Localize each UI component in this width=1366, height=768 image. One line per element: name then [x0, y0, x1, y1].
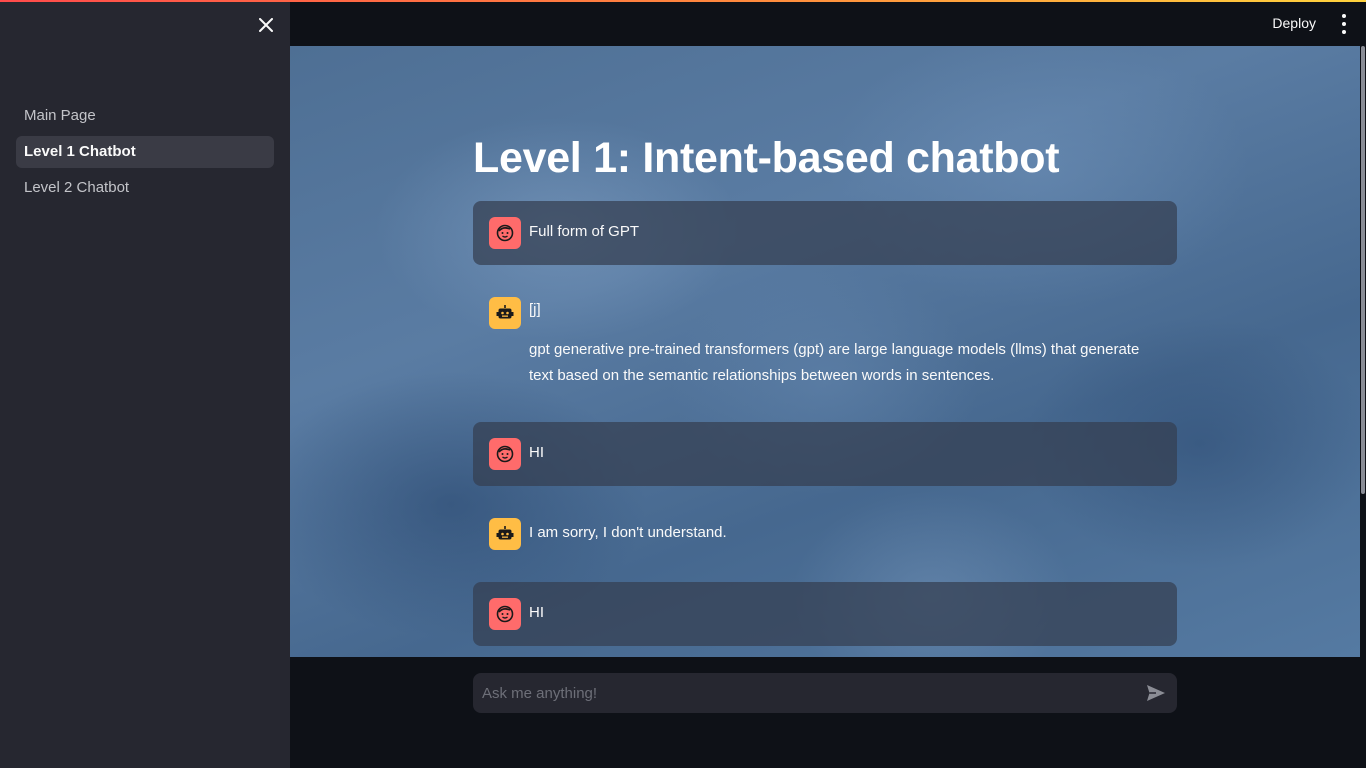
message-text: [j] [529, 301, 541, 318]
chat-input[interactable] [473, 673, 1123, 713]
app-header: Deploy [290, 2, 1366, 46]
sidebar-item-label: Level 1 Chatbot [24, 143, 136, 160]
chat-message-assistant: [j] gpt generative pre-trained transform… [473, 281, 1177, 402]
user-avatar [489, 598, 521, 630]
message-text: I am sorry, I don't understand. [529, 524, 727, 541]
user-face-icon [496, 224, 514, 242]
scrollbar-thumb[interactable] [1361, 46, 1365, 494]
sidebar-nav: Main Page Level 1 Chatbot Level 2 Chatbo… [16, 100, 274, 208]
message-text: HI [529, 444, 544, 461]
main-scrollbar[interactable] [1360, 46, 1366, 657]
sidebar-item-main-page[interactable]: Main Page [16, 100, 274, 132]
send-icon [1147, 685, 1165, 701]
assistant-avatar [489, 518, 521, 550]
send-button[interactable] [1145, 683, 1167, 703]
sidebar: Main Page Level 1 Chatbot Level 2 Chatbo… [0, 0, 290, 768]
chat-footer [290, 657, 1366, 768]
close-sidebar-button[interactable] [255, 14, 277, 36]
chat-input-container [473, 673, 1177, 713]
user-face-icon [496, 445, 514, 463]
message-text-body: gpt generative pre-trained transformers … [529, 341, 1140, 384]
chat-message-user: HI [473, 582, 1177, 646]
main-content: Level 1: Intent-based chatbot Full form … [290, 46, 1360, 657]
deploy-button[interactable]: Deploy [1272, 15, 1316, 31]
chat-message-assistant: I am sorry, I don't understand. [473, 502, 1177, 566]
assistant-avatar [489, 297, 521, 329]
chat-message-user: HI [473, 422, 1177, 486]
message-text: Full form of GPT [529, 223, 640, 240]
kebab-menu-icon [1342, 14, 1346, 18]
robot-icon [496, 305, 514, 319]
page-title: Level 1: Intent-based chatbot [473, 134, 1060, 182]
sidebar-item-label: Main Page [24, 107, 96, 124]
top-decoration-stripe [0, 0, 1366, 2]
chat-message-user: Full form of GPT [473, 201, 1177, 265]
sidebar-item-level-1-chatbot[interactable]: Level 1 Chatbot [16, 136, 274, 168]
close-icon [259, 18, 273, 32]
user-avatar [489, 438, 521, 470]
message-text: HI [529, 604, 544, 621]
main-menu-button[interactable] [1338, 14, 1350, 34]
sidebar-item-level-2-chatbot[interactable]: Level 2 Chatbot [16, 172, 274, 204]
sidebar-item-label: Level 2 Chatbot [24, 179, 130, 196]
robot-icon [496, 526, 514, 540]
user-face-icon [496, 605, 514, 623]
user-avatar [489, 217, 521, 249]
